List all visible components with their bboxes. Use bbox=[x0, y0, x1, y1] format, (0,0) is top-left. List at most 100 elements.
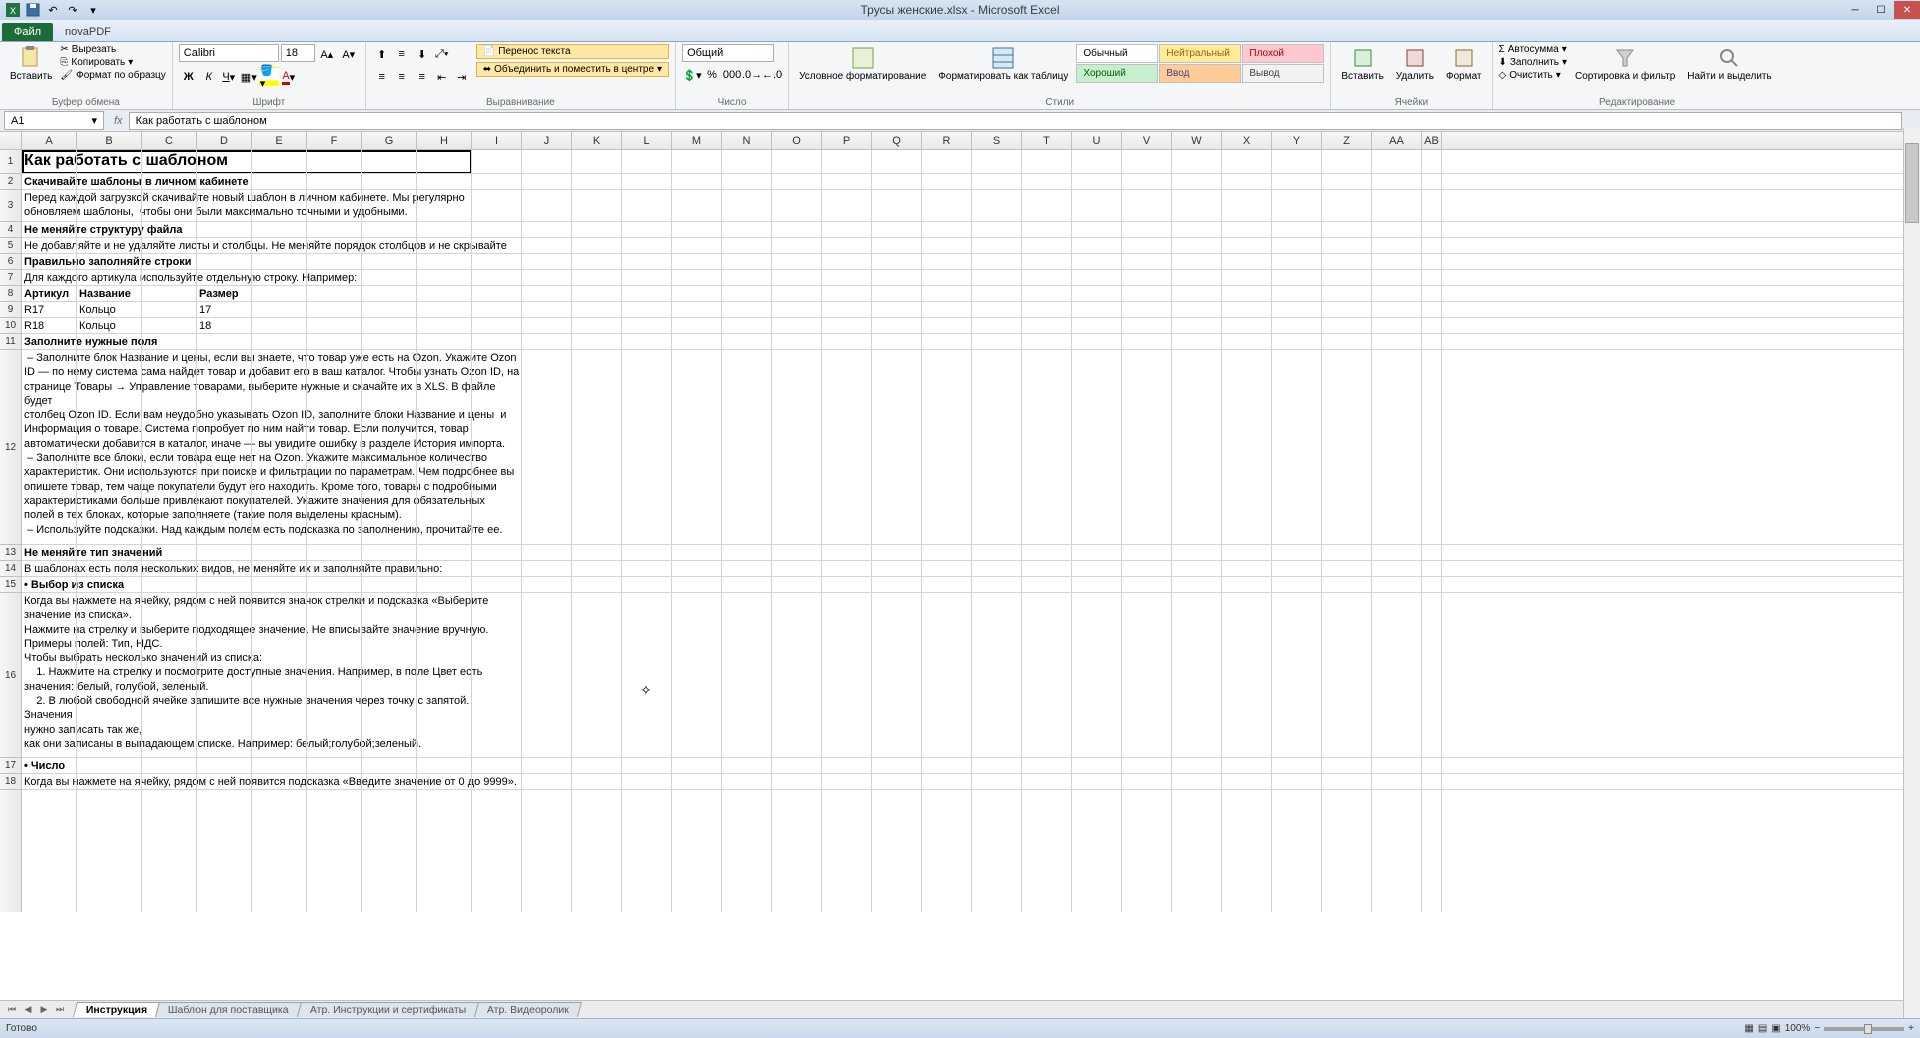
excel-icon[interactable]: X bbox=[4, 2, 22, 18]
column-header-L[interactable]: L bbox=[622, 132, 672, 149]
conditional-formatting-button[interactable]: Условное форматирование bbox=[795, 44, 930, 84]
file-tab[interactable]: Файл bbox=[2, 23, 53, 41]
sheet-nav-last-icon[interactable]: ⏭ bbox=[52, 1004, 68, 1015]
scrollbar-thumb[interactable] bbox=[1905, 143, 1919, 223]
row-header-1[interactable]: 1 bbox=[0, 150, 21, 174]
column-header-O[interactable]: O bbox=[772, 132, 822, 149]
column-header-P[interactable]: P bbox=[822, 132, 872, 149]
column-header-Q[interactable]: Q bbox=[872, 132, 922, 149]
format-painter-button[interactable]: 🖌 Формат по образцу bbox=[60, 70, 165, 81]
align-left-icon[interactable]: ≡ bbox=[372, 67, 392, 87]
qat-dropdown-icon[interactable]: ▾ bbox=[84, 2, 102, 18]
align-bottom-icon[interactable]: ⬇ bbox=[412, 44, 432, 64]
cut-button[interactable]: ✂ Вырезать bbox=[60, 44, 165, 55]
column-header-AA[interactable]: AA bbox=[1372, 132, 1422, 149]
percent-icon[interactable]: % bbox=[702, 65, 722, 85]
row-header-4[interactable]: 4 bbox=[0, 222, 21, 238]
insert-cells-button[interactable]: Вставить bbox=[1337, 44, 1387, 84]
column-header-R[interactable]: R bbox=[922, 132, 972, 149]
formula-bar[interactable]: Как работать с шаблоном bbox=[129, 112, 1902, 130]
border-button[interactable]: ▦▾ bbox=[239, 67, 259, 87]
row-header-5[interactable]: 5 bbox=[0, 238, 21, 254]
save-icon[interactable] bbox=[24, 2, 42, 18]
row-header-9[interactable]: 9 bbox=[0, 302, 21, 318]
column-header-T[interactable]: T bbox=[1022, 132, 1072, 149]
column-header-K[interactable]: K bbox=[572, 132, 622, 149]
undo-icon[interactable]: ↶ bbox=[44, 2, 62, 18]
cell-style-4[interactable]: Ввод bbox=[1159, 64, 1241, 83]
zoom-slider[interactable] bbox=[1824, 1027, 1904, 1031]
view-pagebreak-icon[interactable]: ▣ bbox=[1771, 1023, 1780, 1034]
cell-A18[interactable]: Когда вы нажмете на ячейку, рядом с ней … bbox=[22, 774, 522, 790]
sheet-tab-1[interactable]: Шаблон для поставщика bbox=[155, 1002, 302, 1017]
cell-A17[interactable]: • Число bbox=[22, 758, 522, 774]
font-color-button[interactable]: A▾ bbox=[279, 67, 299, 87]
sheet-nav-prev-icon[interactable]: ◀ bbox=[20, 1004, 36, 1015]
spreadsheet-grid[interactable]: ABCDEFGHIJKLMNOPQRSTUVWXYZAAAB 123456789… bbox=[0, 132, 1920, 912]
row-header-7[interactable]: 7 bbox=[0, 270, 21, 286]
cell-A5[interactable]: Не добавляйте и не удаляйте листы и стол… bbox=[22, 238, 522, 254]
fx-icon[interactable]: fx bbox=[108, 115, 129, 127]
fill-color-button[interactable]: 🪣▾ bbox=[259, 67, 279, 87]
cell-A16[interactable]: Когда вы нажмете на ячейку, рядом с ней … bbox=[22, 593, 522, 752]
column-header-J[interactable]: J bbox=[522, 132, 572, 149]
view-normal-icon[interactable]: ▦ bbox=[1744, 1023, 1753, 1034]
number-format-select[interactable] bbox=[682, 44, 774, 62]
underline-button[interactable]: Ч▾ bbox=[219, 67, 239, 87]
vertical-scrollbar[interactable] bbox=[1903, 128, 1920, 1018]
column-header-M[interactable]: M bbox=[672, 132, 722, 149]
name-box[interactable]: A1▾ bbox=[4, 111, 104, 130]
cell-D9[interactable]: 17 bbox=[197, 302, 697, 318]
sort-filter-button[interactable]: Сортировка и фильтр bbox=[1571, 44, 1679, 84]
cell-A12[interactable]: – Заполните блок Название и цены, если в… bbox=[22, 350, 522, 538]
column-header-H[interactable]: H bbox=[417, 132, 472, 149]
cell-style-3[interactable]: Хороший bbox=[1076, 64, 1158, 83]
sheet-nav-first-icon[interactable]: ⏮ bbox=[4, 1004, 20, 1015]
zoom-out-button[interactable]: − bbox=[1814, 1023, 1820, 1034]
column-header-B[interactable]: B bbox=[77, 132, 142, 149]
row-header-16[interactable]: 16 bbox=[0, 593, 21, 758]
font-name-select[interactable] bbox=[179, 44, 279, 62]
column-header-Y[interactable]: Y bbox=[1272, 132, 1322, 149]
align-top-icon[interactable]: ⬆ bbox=[372, 44, 392, 64]
select-all-corner[interactable] bbox=[0, 132, 22, 149]
column-header-W[interactable]: W bbox=[1172, 132, 1222, 149]
find-select-button[interactable]: Найти и выделить bbox=[1683, 44, 1775, 84]
cell-A6[interactable]: Правильно заполняйте строки bbox=[22, 254, 522, 270]
align-middle-icon[interactable]: ≡ bbox=[392, 44, 412, 64]
clear-button[interactable]: ◇ Очистить ▾ bbox=[1499, 70, 1568, 81]
cell-A1[interactable]: Как работать с шаблоном bbox=[22, 150, 522, 173]
cell-A2[interactable]: Скачивайте шаблоны в личном кабинете bbox=[22, 174, 522, 190]
row-header-14[interactable]: 14 bbox=[0, 561, 21, 577]
row-header-13[interactable]: 13 bbox=[0, 545, 21, 561]
decrease-decimal-icon[interactable]: ←.0 bbox=[762, 65, 782, 85]
paste-button[interactable]: Вставить bbox=[6, 44, 56, 84]
merge-center-button[interactable]: ⬌ Объединить и поместить в центре ▾ bbox=[476, 62, 669, 77]
format-cells-button[interactable]: Формат bbox=[1442, 44, 1486, 84]
redo-icon[interactable]: ↷ bbox=[64, 2, 82, 18]
align-center-icon[interactable]: ≡ bbox=[392, 67, 412, 87]
currency-icon[interactable]: 💲▾ bbox=[682, 65, 702, 85]
row-header-6[interactable]: 6 bbox=[0, 254, 21, 270]
fill-button[interactable]: ⬇ Заполнить ▾ bbox=[1499, 57, 1568, 68]
row-header-15[interactable]: 15 bbox=[0, 577, 21, 593]
column-header-N[interactable]: N bbox=[722, 132, 772, 149]
sheet-tab-0[interactable]: Инструкция bbox=[73, 1002, 160, 1017]
row-header-8[interactable]: 8 bbox=[0, 286, 21, 302]
sheet-tab-3[interactable]: Атр. Видеоролик bbox=[474, 1002, 582, 1017]
minimize-button[interactable]: ─ bbox=[1842, 1, 1868, 19]
align-right-icon[interactable]: ≡ bbox=[412, 67, 432, 87]
column-header-V[interactable]: V bbox=[1122, 132, 1172, 149]
column-header-I[interactable]: I bbox=[472, 132, 522, 149]
comma-icon[interactable]: 000 bbox=[722, 65, 742, 85]
row-header-11[interactable]: 11 bbox=[0, 334, 21, 350]
view-layout-icon[interactable]: ▤ bbox=[1758, 1023, 1767, 1034]
cell-A14[interactable]: В шаблонах есть поля нескольких видов, н… bbox=[22, 561, 522, 577]
format-as-table-button[interactable]: Форматировать как таблицу bbox=[934, 44, 1072, 84]
cell-style-1[interactable]: Нейтральный bbox=[1159, 44, 1241, 63]
column-header-F[interactable]: F bbox=[307, 132, 362, 149]
row-header-2[interactable]: 2 bbox=[0, 174, 21, 190]
italic-button[interactable]: К bbox=[199, 67, 219, 87]
cell-D10[interactable]: 18 bbox=[197, 318, 697, 334]
cell-D8[interactable]: Размер bbox=[197, 286, 697, 302]
